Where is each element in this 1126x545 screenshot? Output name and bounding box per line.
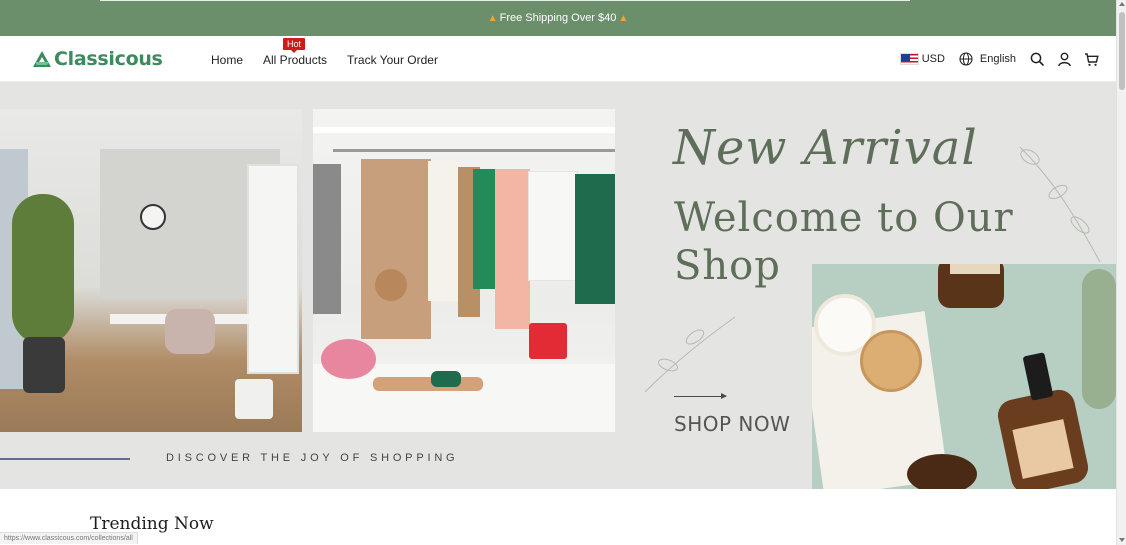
link-status-bar: https://www.classicous.com/collections/a…: [0, 532, 138, 544]
tagline-divider: [0, 458, 130, 460]
us-flag-icon: [899, 53, 919, 65]
cart-icon: [1084, 52, 1099, 66]
page-scrollbar[interactable]: [1116, 0, 1126, 545]
account-button[interactable]: [1055, 50, 1073, 68]
scrollbar-thumb[interactable]: [1119, 12, 1125, 90]
section-title-trending: Trending Now: [90, 514, 214, 534]
currency-label: USD: [921, 53, 945, 65]
logo[interactable]: Classicous: [32, 48, 163, 70]
leaf-decoration-icon: [1019, 146, 1101, 263]
office-interior-image: [0, 109, 302, 432]
currency-selector[interactable]: USD: [899, 53, 945, 65]
logo-text: Classicous: [54, 48, 163, 70]
search-icon: [1030, 52, 1044, 66]
arrow-right-icon: [674, 393, 727, 399]
logo-icon: [33, 51, 51, 67]
hot-badge: Hot: [283, 38, 306, 53]
scroll-down-arrow-icon[interactable]: [1119, 538, 1125, 542]
clothing-rack-image: [313, 109, 615, 432]
new-arrival-title: New Arrival: [673, 120, 978, 176]
language-selector[interactable]: English: [959, 52, 1016, 66]
site-header: Classicous Home All Products Hot Track Y…: [0, 36, 1116, 82]
scroll-up-arrow-icon[interactable]: [1119, 2, 1125, 6]
header-tools: USD English: [890, 50, 1100, 68]
fire-icon: ▲: [487, 12, 498, 24]
language-label: English: [979, 53, 1016, 65]
nav-home[interactable]: Home: [211, 53, 243, 67]
hero-banner[interactable]: New Arrival Welcome to Our Shop SHOP NOW: [0, 82, 1116, 489]
user-icon: [1057, 52, 1071, 66]
nav-track-order[interactable]: Track Your Order: [347, 53, 438, 67]
main-nav: Home All Products Hot Track Your Order: [211, 38, 438, 67]
announcement-bar: ▲ Free Shipping Over $40 ▲: [0, 0, 1116, 36]
shop-now-button[interactable]: SHOP NOW: [674, 412, 790, 436]
hero-tagline: DISCOVER THE JOY OF SHOPPING: [166, 452, 459, 464]
announcement-top-line: [100, 0, 910, 1]
search-button[interactable]: [1028, 50, 1046, 68]
fire-icon: ▲: [618, 12, 629, 24]
globe-icon: [959, 52, 973, 66]
cart-button[interactable]: [1082, 50, 1100, 68]
nav-all-products[interactable]: All Products Hot: [263, 38, 328, 67]
nav-all-products-label: All Products: [263, 53, 328, 67]
announcement-text: Free Shipping Over $40: [499, 12, 617, 24]
cosmetics-image: [812, 264, 1116, 489]
leaf-decoration-icon: [644, 316, 736, 393]
page: ▲ Free Shipping Over $40 ▲ Classicous Ho…: [0, 0, 1126, 545]
